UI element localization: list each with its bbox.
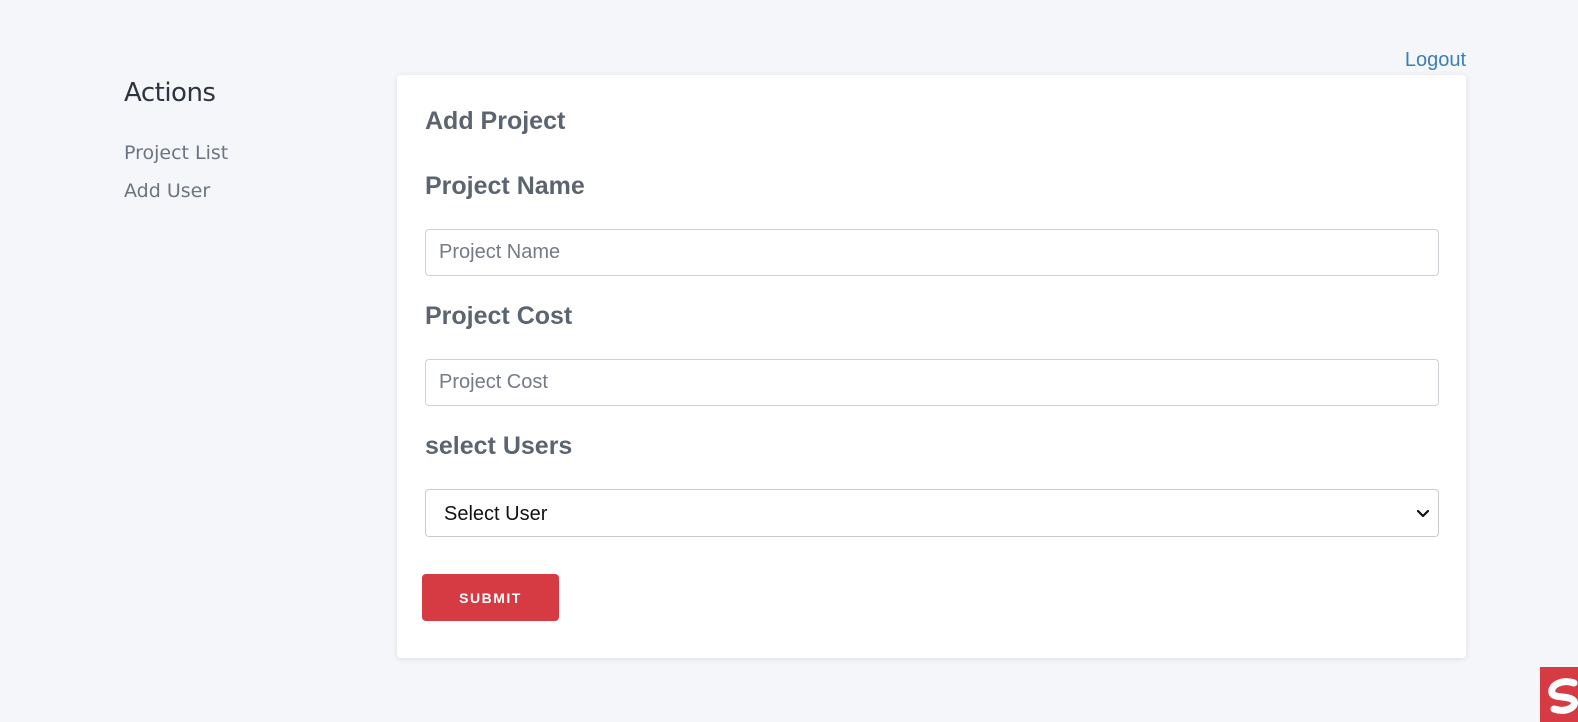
project-cost-label: Project Cost (425, 302, 573, 330)
add-project-card: Add Project Project Name Project Cost se… (397, 75, 1466, 658)
app-logo-icon[interactable] (1540, 667, 1578, 722)
sidebar-title: Actions (124, 78, 216, 108)
form-title: Add Project (425, 107, 566, 135)
project-name-label: Project Name (425, 172, 585, 200)
sidebar-item-add-user[interactable]: Add User (124, 179, 364, 203)
sidebar-nav: Project List Add User (124, 141, 364, 203)
project-cost-input[interactable] (425, 359, 1439, 406)
select-users-label: select Users (425, 432, 573, 460)
submit-button[interactable]: SUBMIT (422, 574, 559, 621)
select-user-dropdown[interactable]: Select User (425, 489, 1439, 537)
sidebar: Actions Project List Add User (124, 76, 364, 217)
chevron-down-icon (1414, 504, 1432, 522)
sidebar-item-project-list[interactable]: Project List (124, 141, 364, 165)
project-name-input[interactable] (425, 229, 1439, 276)
select-user-value: Select User (444, 503, 548, 525)
logout-link[interactable]: Logout (1405, 47, 1466, 73)
